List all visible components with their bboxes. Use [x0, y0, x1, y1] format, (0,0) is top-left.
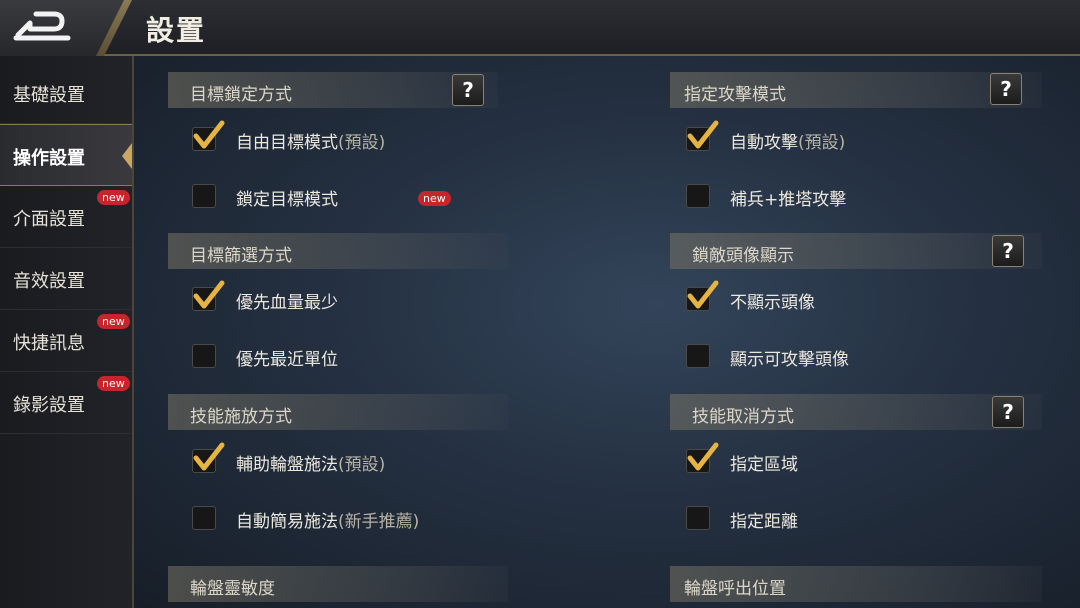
section-target-filter: 目標篩選方式 [168, 233, 508, 269]
option-designated-area[interactable]: 指定區域 [686, 442, 946, 478]
option-label: 鎖定目標模式 [236, 190, 338, 210]
section-target-lock: 目標鎖定方式 [168, 72, 498, 108]
section-title: 目標篩選方式 [190, 246, 292, 266]
option-label-main: 輔助輪盤施法 [236, 455, 338, 475]
option-simple-cast[interactable]: 自動簡易施法(新手推薦) [192, 503, 492, 535]
checkbox-unchecked[interactable] [192, 184, 216, 208]
sidebar-item-label: 介面設置 [13, 209, 85, 230]
sidebar-item-recording[interactable]: 錄影設置 new [0, 372, 132, 434]
top-bar: 設置 [0, 0, 1080, 56]
settings-sidebar: 基礎設置 操作設置 介面設置 new 音效設置 快捷訊息 new 錄影設置 ne… [0, 56, 134, 608]
option-label-note: (預設) [798, 133, 846, 153]
checkbox-unchecked[interactable] [686, 344, 710, 368]
back-button[interactable] [12, 8, 72, 46]
help-button-enemy-avatar[interactable]: ? [992, 235, 1024, 267]
section-title: 輪盤呼出位置 [684, 579, 786, 599]
section-skill-cast: 技能施放方式 [168, 394, 508, 430]
option-wheel-cast[interactable]: 輔助輪盤施法(預設) [192, 442, 482, 478]
section-enemy-avatar: 鎖敵頭像顯示 [670, 233, 1042, 269]
section-title: 技能取消方式 [692, 407, 794, 427]
option-label-main: 自動攻擊 [730, 133, 798, 153]
checkbox-checked[interactable] [686, 280, 719, 311]
option-lock-target[interactable]: 鎖定目標模式 new [192, 181, 462, 213]
sidebar-item-interface[interactable]: 介面設置 new [0, 186, 132, 248]
option-label: 輔助輪盤施法(預設) [236, 450, 385, 475]
option-label-note: (預設) [338, 133, 386, 153]
section-title: 目標鎖定方式 [190, 85, 292, 105]
option-label: 指定距離 [730, 512, 798, 532]
option-label: 指定區域 [730, 455, 798, 475]
option-label-main: 自由目標模式 [236, 133, 338, 153]
checkbox-unchecked[interactable] [686, 506, 710, 530]
checkmark-icon [193, 120, 225, 149]
section-wheel-position: 輪盤呼出位置 [670, 566, 1042, 602]
sidebar-item-label: 音效設置 [13, 271, 85, 292]
option-label: 自動攻擊(預設) [730, 128, 845, 153]
help-button-target-lock[interactable]: ? [452, 74, 484, 106]
section-title: 指定攻擊模式 [684, 85, 786, 105]
sidebar-item-basic[interactable]: 基礎設置 [0, 62, 132, 124]
section-wheel-sensitivity: 輪盤靈敏度 [168, 566, 508, 602]
option-show-attackable-avatar[interactable]: 顯示可攻擊頭像 [686, 341, 946, 373]
option-label-main: 自動簡易施法 [236, 512, 338, 532]
back-arrow-icon [13, 11, 71, 41]
new-badge: new [97, 314, 130, 329]
checkmark-icon [687, 120, 719, 149]
section-attack-mode: 指定攻擊模式 [670, 72, 1042, 108]
help-button-skill-cancel[interactable]: ? [992, 396, 1024, 428]
checkbox-checked[interactable] [192, 442, 225, 473]
option-label-note: (新手推薦) [338, 512, 420, 532]
settings-content: 目標鎖定方式 ? 自由目標模式(預設) 鎖定目標模式 new 指定攻擊模式 ? … [134, 56, 1080, 608]
option-designated-distance[interactable]: 指定距離 [686, 503, 946, 535]
checkbox-unchecked[interactable] [192, 344, 216, 368]
new-badge: new [97, 376, 130, 391]
option-label: 補兵+推塔攻擊 [730, 190, 847, 210]
option-auto-attack[interactable]: 自動攻擊(預設) [686, 120, 946, 156]
checkbox-checked[interactable] [192, 280, 225, 311]
section-skill-cancel: 技能取消方式 [670, 394, 1042, 430]
option-label: 優先最近單位 [236, 350, 338, 370]
page-title: 設置 [146, 14, 207, 47]
option-label-note: (預設) [338, 455, 386, 475]
sidebar-item-label: 基礎設置 [13, 85, 85, 106]
checkbox-checked[interactable] [686, 442, 719, 473]
sidebar-item-label: 快捷訊息 [13, 333, 85, 354]
sidebar-item-label: 操作設置 [13, 148, 85, 169]
option-lowest-hp[interactable]: 優先血量最少 [192, 280, 452, 316]
checkbox-checked[interactable] [192, 120, 225, 151]
option-free-target[interactable]: 自由目標模式(預設) [192, 120, 452, 156]
option-label: 自動簡易施法(新手推薦) [236, 507, 419, 532]
section-title: 輪盤靈敏度 [190, 579, 275, 599]
option-label: 不顯示頭像 [730, 293, 815, 313]
checkmark-icon [193, 442, 225, 471]
option-hide-avatar[interactable]: 不顯示頭像 [686, 280, 946, 316]
checkbox-checked[interactable] [686, 120, 719, 151]
section-title: 鎖敵頭像顯示 [692, 246, 794, 266]
help-button-attack-mode[interactable]: ? [990, 73, 1022, 105]
checkmark-icon [193, 280, 225, 309]
option-label: 自由目標模式(預設) [236, 128, 385, 153]
section-title: 技能施放方式 [190, 407, 292, 427]
checkbox-unchecked[interactable] [192, 506, 216, 530]
sidebar-item-audio[interactable]: 音效設置 [0, 248, 132, 310]
new-badge: new [418, 191, 451, 206]
checkmark-icon [687, 280, 719, 309]
option-farm-push-attack[interactable]: 補兵+推塔攻擊 [686, 181, 946, 213]
sidebar-item-label: 錄影設置 [13, 395, 85, 416]
new-badge: new [97, 190, 130, 205]
sidebar-item-quick-chat[interactable]: 快捷訊息 new [0, 310, 132, 372]
option-label: 優先血量最少 [236, 293, 338, 313]
checkbox-unchecked[interactable] [686, 184, 710, 208]
checkmark-icon [687, 442, 719, 471]
option-label: 顯示可攻擊頭像 [730, 350, 849, 370]
sidebar-item-controls[interactable]: 操作設置 [0, 124, 132, 186]
option-nearest-unit[interactable]: 優先最近單位 [192, 341, 452, 373]
